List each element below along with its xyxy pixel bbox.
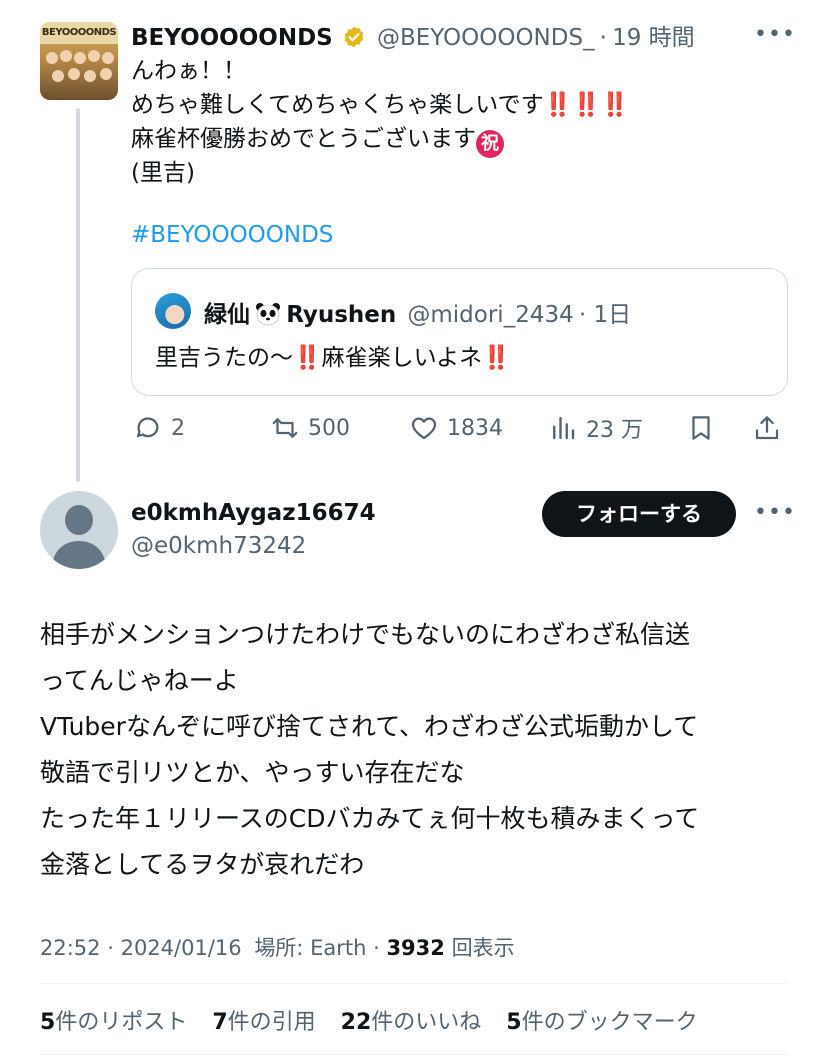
tweet-line-2-text: めちゃ難しくてめちゃくちゃ楽しいです [131,92,544,118]
stat-count: 5 [506,1010,522,1035]
double-exclamation-emoji: ‼️ [482,345,511,371]
stat-label: 件のリポスト [55,1010,188,1035]
quote-display-name-a: 緑仙 [204,302,250,328]
tweet-line-3: 麻雀杯優勝おめでとうございます祝 [131,122,504,158]
tweet-line-4: (里吉) [131,160,195,186]
tweet-meta: 22:52 · 2024/01/16 場所: Earth · 3932 回表示 [40,932,515,962]
meta-time[interactable]: 22:52 [40,936,101,960]
tweet-line-2: めちゃ難しくてめちゃくちゃ楽しいです‼️‼️‼️ [131,88,630,122]
tweet-line-3-text: 麻雀杯優勝おめでとうございます [131,126,476,152]
meta-views-count: 3932 [386,936,445,960]
stat-quotes[interactable]: 7件の引用 [212,1010,315,1035]
thread-connector-line [76,108,80,482]
tweet-time[interactable]: 19 時間 [612,25,695,51]
stat-count: 5 [40,1010,56,1035]
quote-handle: @midori_2434 [407,302,574,328]
verified-badge-icon [344,26,364,48]
more-icon[interactable]: ••• [754,500,796,525]
quote-time: · 1日 [578,302,632,328]
views-icon [553,416,575,440]
reply-line: VTuberなんぞに呼び捨てされて、わざわざ公式垢動かして [40,712,699,741]
reply-display-name[interactable]: e0kmhAygaz16674 [131,500,376,526]
quote-header: 緑仙 Ryushen @midori_2434 · 1日 [204,295,631,329]
stat-bookmarks[interactable]: 5件のブックマーク [506,1010,697,1035]
stat-label: 件のブックマーク [521,1010,698,1035]
quoted-tweet-card[interactable]: 緑仙 Ryushen @midori_2434 · 1日 里吉うたの〜‼️麻雀楽… [131,268,788,396]
panda-emoji-icon [256,303,281,326]
share-icon [755,416,779,440]
divider [40,983,788,984]
tweet-header: BEYOOOOONDS @BEYOOOOONDS_ · 19 時間 [131,18,695,52]
engagement-stats: 5件のリポスト 7件の引用 22件のいいね 5件のブックマーク [40,1004,716,1036]
double-exclamation-emoji: ‼️ [293,345,322,371]
stat-label: 件のいいね [371,1010,482,1035]
default-avatar[interactable] [40,491,118,569]
beyooooonds-avatar[interactable]: BEYOOOONDS [40,22,118,100]
quote-text: 里吉うたの〜‼️麻雀楽しいよネ‼️ [155,341,511,375]
stat-count: 22 [340,1010,372,1035]
avatar-logo-text: BEYOOOONDS [40,22,118,44]
like-button[interactable]: 1834 [409,410,503,446]
views-button[interactable]: 23 万 [548,410,643,446]
retweet-count: 500 [308,415,350,441]
reply-line: 金落としてるヲタが哀れだわ [40,850,365,879]
ryushen-avatar [155,293,191,329]
reply-count: 2 [171,415,185,441]
bookmark-button[interactable] [686,410,716,446]
retweet-button[interactable]: 500 [270,410,350,446]
divider [40,1054,788,1055]
tweet-line-1: んわぁ！！ [131,58,246,84]
meta-sep: · [107,936,121,960]
meta-date[interactable]: 2024/01/16 [121,936,242,960]
follow-button[interactable]: フォローする [542,491,736,537]
meta-location: 場所: Earth [254,936,367,960]
double-exclamation-emoji: ‼️‼️‼️ [543,92,630,118]
stat-label: 件の引用 [227,1010,316,1035]
views-count: 23 万 [586,418,643,443]
stat-count: 7 [212,1010,228,1035]
hashtag-link[interactable]: #BEYOOOOONDS [131,222,333,248]
time-separator: · [599,25,607,51]
stat-reposts[interactable]: 5件のリポスト [40,1010,187,1035]
quote-display-name-b: Ryushen [286,302,397,328]
share-button[interactable] [752,410,782,446]
quote-text-b: 麻雀楽しいよネ [321,345,483,371]
meta-views-label: 回表示 [451,936,515,960]
reply-button[interactable]: 2 [133,410,185,446]
stat-likes[interactable]: 22件のいいね [341,1010,482,1035]
user-handle[interactable]: @BEYOOOOONDS_ [377,25,595,51]
congratulations-emoji: 祝 [476,130,504,158]
reply-icon [136,417,159,438]
like-count: 1834 [447,415,503,441]
quote-text-a: 里吉うたの〜 [155,345,293,371]
reply-line: ってんじゃねーよ [40,666,239,695]
reply-body: 相手がメンションつけたわけでもないのにわざわざ私信送 ってんじゃねーよ VTub… [40,612,699,888]
reply-line: たった年１リリースのCDバカみてぇ何十枚も積みまくって [40,804,700,833]
default-person-icon [52,505,106,569]
more-icon[interactable]: ••• [754,22,796,47]
meta-sep: · [373,936,387,960]
display-name[interactable]: BEYOOOOONDS [131,25,333,51]
reply-handle[interactable]: @e0kmh73242 [131,533,306,559]
avatar-group-photo [44,48,114,96]
reply-line: 相手がメンションつけたわけでもないのにわざわざ私信送 [40,620,691,649]
bookmark-icon [692,416,710,440]
reply-line: 敬語で引リツとか、やっすい存在だな [40,758,465,787]
like-icon [411,417,437,440]
retweet-icon [272,418,298,438]
